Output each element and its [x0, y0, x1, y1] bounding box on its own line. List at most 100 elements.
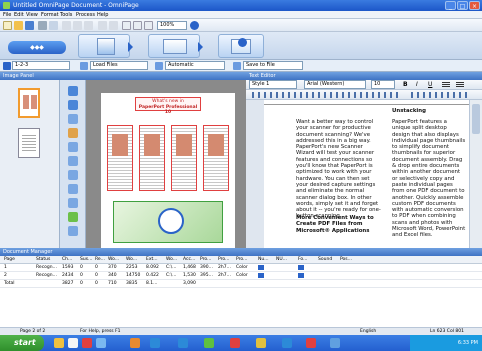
taskbar-app-icon[interactable] — [330, 338, 340, 348]
text-zone[interactable] — [203, 125, 229, 191]
menu-view[interactable]: View — [26, 11, 38, 19]
zoom-in-icon[interactable] — [190, 21, 199, 30]
paste-icon[interactable] — [84, 21, 93, 30]
column-header[interactable]: Pro... — [236, 256, 247, 264]
layout-select[interactable]: Automatic — [165, 61, 225, 70]
column-header[interactable]: Page — [4, 256, 15, 264]
column-header[interactable]: Pos... — [340, 256, 352, 264]
menu-help[interactable]: Help — [97, 11, 108, 19]
print-icon[interactable] — [49, 21, 58, 30]
taskbar-app-icon[interactable] — [282, 338, 292, 348]
menu-edit[interactable]: Edit — [14, 11, 24, 19]
page-range-select[interactable]: 1-2-3 — [12, 61, 70, 70]
layout-icon[interactable] — [133, 21, 142, 30]
taskbar-app-icon[interactable] — [230, 338, 240, 348]
menu-file[interactable]: File — [3, 11, 11, 19]
help-icon[interactable] — [238, 38, 247, 47]
align-left-icon[interactable] — [442, 82, 450, 88]
image-panel-title: Image Panel — [3, 73, 34, 79]
undo-icon[interactable] — [98, 21, 107, 30]
column-header[interactable]: Pro... — [218, 256, 229, 264]
view-icon[interactable] — [122, 21, 131, 30]
scan-stage[interactable] — [78, 34, 133, 58]
load-files-select[interactable]: Load Files — [90, 61, 148, 70]
page-thumbnail[interactable] — [18, 128, 40, 158]
edit-tool-icons[interactable] — [252, 92, 402, 98]
menu-format[interactable]: Format — [41, 11, 59, 19]
column-header[interactable]: Pro... — [200, 256, 211, 264]
align-center-icon[interactable] — [456, 82, 464, 88]
underline-button[interactable]: U — [428, 81, 432, 88]
document-page[interactable]: Want a better way to control your scanne… — [264, 105, 469, 248]
rotate-icon[interactable] — [68, 198, 78, 208]
text-zone-icon[interactable] — [68, 114, 78, 124]
save-to-file-select[interactable]: Save to File — [243, 61, 303, 70]
pan-icon[interactable] — [68, 226, 78, 236]
join-zone-icon[interactable] — [68, 184, 78, 194]
zoom-icon[interactable] — [68, 212, 78, 222]
taskbar-app-icon[interactable] — [178, 338, 188, 348]
workflow-nav-button[interactable]: ◆◆◆ — [8, 41, 66, 54]
taskbar-app-icon[interactable] — [82, 338, 92, 348]
taskbar-app-icon[interactable] — [96, 338, 106, 348]
title-zone[interactable]: What's new in PaperPort Professional 10 — [135, 97, 201, 115]
column-header[interactable]: NU... — [276, 256, 287, 264]
style-select[interactable]: Style 1 — [249, 80, 297, 89]
subtract-zone-icon[interactable] — [68, 170, 78, 180]
column-header[interactable]: Sound — [318, 256, 332, 264]
redo-icon[interactable] — [109, 21, 118, 30]
column-header[interactable]: Nu... — [258, 256, 269, 264]
zoom-select[interactable]: 100% — [157, 21, 187, 30]
text-zone[interactable] — [107, 125, 133, 191]
save-icon[interactable] — [25, 21, 34, 30]
bold-button[interactable]: B — [403, 81, 408, 88]
taskbar-app-icon[interactable] — [256, 338, 266, 348]
process-stage[interactable] — [148, 34, 203, 58]
cut-icon[interactable] — [62, 21, 71, 30]
size-select[interactable]: 10 — [371, 80, 395, 89]
font-select[interactable]: Arial (Western) — [304, 80, 366, 89]
column-header[interactable]: Wo... — [108, 256, 119, 264]
text-zone[interactable] — [139, 125, 165, 191]
page-thumbnail[interactable] — [18, 88, 40, 118]
copy-icon[interactable] — [73, 21, 82, 30]
column-header[interactable]: Wo... — [126, 256, 137, 264]
draw-zone-icon[interactable] — [68, 100, 78, 110]
close-button[interactable]: × — [469, 1, 480, 10]
taskbar-app-icon[interactable] — [130, 338, 140, 348]
minimize-button[interactable]: _ — [445, 1, 456, 10]
taskbar-app-icon[interactable] — [150, 338, 160, 348]
menu-process[interactable]: Process — [76, 11, 95, 19]
editor-scrollbar[interactable] — [469, 100, 482, 248]
column-header[interactable]: Re... — [95, 256, 105, 264]
flow-icon[interactable] — [144, 21, 153, 30]
column-header[interactable]: Sus... — [80, 256, 92, 264]
new-icon[interactable] — [3, 21, 12, 30]
table-row[interactable]: 2 Recogn... 2434 0 0 340 14750 0.422 C:\… — [0, 272, 482, 280]
column-header[interactable]: Ext... — [146, 256, 158, 264]
column-header[interactable]: Ch... — [62, 256, 72, 264]
select-tool-icon[interactable] — [68, 86, 78, 96]
add-zone-icon[interactable] — [68, 156, 78, 166]
italic-button[interactable]: I — [416, 81, 418, 88]
taskbar-app-icon[interactable] — [54, 338, 64, 348]
image-zone[interactable] — [113, 201, 223, 243]
open-icon[interactable] — [14, 21, 23, 30]
taskbar-app-icon[interactable] — [306, 338, 316, 348]
start-button[interactable]: start — [0, 335, 44, 351]
table-zone-icon[interactable] — [68, 142, 78, 152]
taskbar-app-icon[interactable] — [68, 338, 78, 348]
image-zone-icon[interactable] — [68, 128, 78, 138]
scan-icon[interactable] — [38, 21, 47, 30]
column-header[interactable]: Acc... — [183, 256, 195, 264]
column-header[interactable]: Status — [36, 256, 50, 264]
table-tool-icons[interactable] — [411, 92, 471, 98]
table-row[interactable]: 1 Recogn... 1593 0 0 370 2253 8.092 C:\.… — [0, 264, 482, 272]
text-zone[interactable] — [171, 125, 197, 191]
scroll-thumb[interactable] — [472, 104, 480, 134]
taskbar-app-icon[interactable] — [204, 338, 214, 348]
column-header[interactable]: Wo... — [166, 256, 177, 264]
menu-tools[interactable]: Tools — [60, 11, 72, 19]
maximize-button[interactable]: □ — [457, 1, 468, 10]
column-header[interactable]: Fo... — [298, 256, 307, 264]
